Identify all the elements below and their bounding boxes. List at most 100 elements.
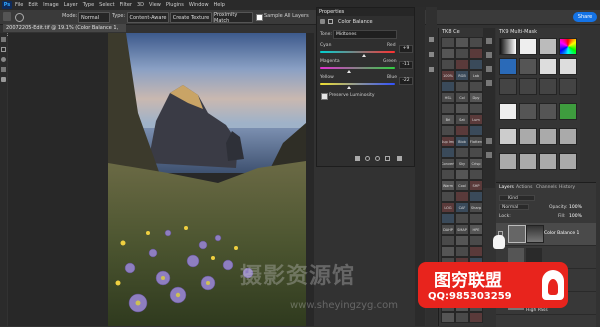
tk8-tool-button[interactable]	[455, 147, 469, 158]
tk8-tool-button[interactable]	[441, 59, 455, 70]
mask-tool-button[interactable]	[539, 128, 557, 145]
menu-select[interactable]: Select	[99, 2, 114, 8]
tk8-tool-button[interactable]	[441, 48, 455, 59]
gradient-mask-button[interactable]	[499, 38, 517, 55]
tab-channels[interactable]: Channels	[536, 185, 557, 190]
menu-3d[interactable]: 3D	[137, 2, 144, 8]
opacity-value[interactable]: 100%	[569, 205, 582, 210]
tk8-tool-button[interactable]	[455, 37, 469, 48]
luminosity-mask-button[interactable]	[519, 58, 537, 75]
tk8-button-sat[interactable]: Sat	[455, 114, 469, 125]
mode-select[interactable]: Normal	[78, 12, 110, 23]
menu-type[interactable]: Type	[83, 2, 94, 8]
lasso-tool-icon[interactable]	[1, 57, 6, 62]
tk8-button-cool[interactable]: Cool	[455, 180, 469, 191]
magenta-green-slider[interactable]	[347, 70, 352, 73]
tk8-tool-button[interactable]	[455, 59, 469, 70]
tk8-tool-button[interactable]	[455, 81, 469, 92]
mask-tool-button[interactable]	[559, 153, 577, 170]
panel-icon[interactable]	[486, 66, 492, 72]
panel-icon[interactable]	[486, 80, 492, 86]
menu-view[interactable]: View	[149, 2, 161, 8]
tk8-tool-button[interactable]	[469, 125, 483, 136]
tk8-button-flatten[interactable]: Flatten	[469, 136, 483, 147]
tk8-tool-button[interactable]	[455, 125, 469, 136]
crop-tool-icon[interactable]	[1, 67, 6, 72]
tk8-tool-button[interactable]	[441, 103, 455, 114]
grid-mask-button[interactable]	[519, 38, 537, 55]
tk8-button-convert[interactable]: Convert	[441, 158, 455, 169]
mask-tool-button[interactable]	[559, 128, 577, 145]
tk8-tool-button[interactable]	[441, 191, 455, 202]
tk8-button-bri[interactable]: Bri	[441, 114, 455, 125]
tk8-button-rgb[interactable]: RGB	[455, 70, 469, 81]
brush-preset-icon[interactable]	[15, 13, 24, 22]
yellow-blue-track[interactable]	[320, 83, 395, 85]
mask-tool-button[interactable]	[559, 103, 577, 120]
refine-mask-button[interactable]	[559, 58, 577, 75]
tk8-tool-button[interactable]	[441, 235, 455, 246]
panel-icon[interactable]	[486, 152, 492, 158]
delete-icon[interactable]	[397, 156, 402, 161]
menu-plugins[interactable]: Plugins	[166, 2, 184, 8]
tk8-tool-button[interactable]	[469, 246, 483, 257]
mask-tool-button[interactable]	[499, 128, 517, 145]
view-previous-icon[interactable]	[365, 156, 370, 161]
tk8-button-hsl[interactable]: HSL	[441, 92, 455, 103]
tk8-button-dpy[interactable]: Dpy	[469, 92, 483, 103]
tk8-tool-button[interactable]	[469, 213, 483, 224]
tk8-tool-button[interactable]	[469, 312, 483, 323]
magenta-green-value[interactable]: -11	[399, 61, 413, 69]
tk8-tool-button[interactable]	[455, 213, 469, 224]
tone-select[interactable]: Midtones	[333, 30, 397, 39]
tk8-button-crisp[interactable]: Crisp	[469, 158, 483, 169]
tk8-tool-button[interactable]	[469, 147, 483, 158]
menu-image[interactable]: Image	[43, 2, 59, 8]
cyan-red-slider[interactable]	[362, 54, 367, 57]
tk8-tool-button[interactable]	[455, 312, 469, 323]
tk8-tool-button[interactable]	[441, 312, 455, 323]
tk8-tool-button[interactable]	[469, 37, 483, 48]
sample-all-layers-checkbox[interactable]	[256, 14, 263, 21]
tk8-button-smap[interactable]: SMAP	[455, 224, 469, 235]
menu-filter[interactable]: Filter	[120, 2, 132, 8]
tk8-button-100-[interactable]: 100%	[441, 70, 455, 81]
tk8-button-lum[interactable]: Lum	[469, 114, 483, 125]
mask-tool-button[interactable]	[499, 78, 517, 95]
tk8-tool-button[interactable]	[469, 169, 483, 180]
tk8-button-blob[interactable]: Blob	[455, 136, 469, 147]
content-aware-button[interactable]: Content-Aware	[127, 12, 169, 23]
document-tab[interactable]: 20072205-Edit.tif @ 19.1% (Color Balance…	[3, 24, 126, 39]
color-wheel-button[interactable]	[559, 38, 577, 55]
panel-icon[interactable]	[486, 138, 492, 144]
mask-tool-button[interactable]	[519, 103, 537, 120]
mask-tool-button[interactable]	[539, 78, 557, 95]
tk8-button-dahp[interactable]: DAHP	[441, 224, 455, 235]
tk8-button-caf[interactable]: CAF	[455, 202, 469, 213]
panel-icon[interactable]	[486, 38, 492, 44]
panel-icon[interactable]	[429, 37, 434, 42]
mask-tool-button[interactable]	[499, 103, 517, 120]
menu-file[interactable]: File	[15, 2, 23, 8]
tk8-tool-button[interactable]	[469, 81, 483, 92]
mask-tool-button[interactable]	[519, 78, 537, 95]
mask-icon[interactable]	[328, 19, 333, 24]
menu-layer[interactable]: Layer	[64, 2, 78, 8]
person-mask-button[interactable]	[499, 58, 517, 75]
clip-to-layer-icon[interactable]	[355, 156, 360, 161]
tk8-tool-button[interactable]	[455, 103, 469, 114]
tk8-tool-button[interactable]	[441, 37, 455, 48]
tk8-tool-button[interactable]	[469, 235, 483, 246]
mask-tool-button[interactable]	[519, 128, 537, 145]
tk8-tool-button[interactable]	[469, 103, 483, 114]
tk8-button-log[interactable]: LOG	[441, 202, 455, 213]
menu-help[interactable]: Help	[214, 2, 225, 8]
tk8-tool-button[interactable]	[455, 169, 469, 180]
tk8-tool-button[interactable]	[441, 81, 455, 92]
layer-filter-kind[interactable]: Kind	[499, 195, 535, 201]
home-icon[interactable]	[3, 12, 11, 21]
tk8-tool-button[interactable]	[469, 191, 483, 202]
cyan-red-track[interactable]	[320, 51, 395, 53]
tk8-tool-button[interactable]	[441, 246, 455, 257]
blend-mode-select[interactable]: Normal	[499, 204, 529, 210]
